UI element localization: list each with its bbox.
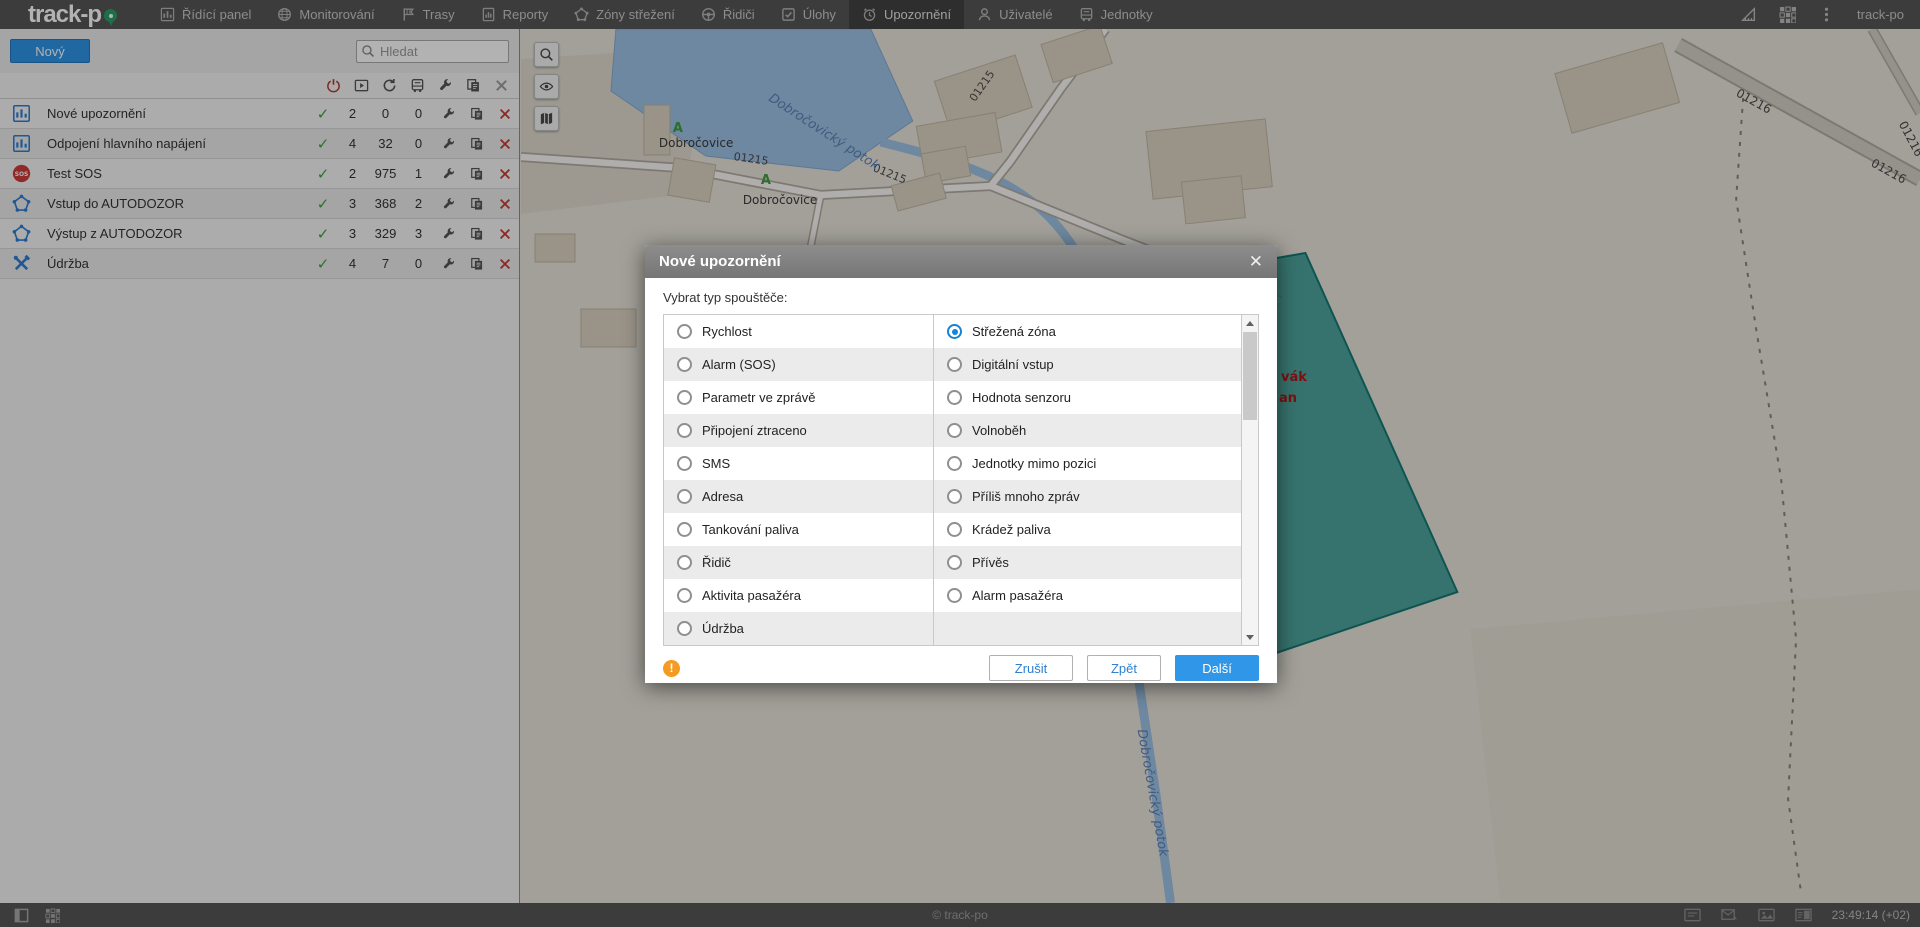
trigger-row: Řidič Přívěs (664, 546, 1258, 579)
trigger-row: Parametr ve zprávě Hodnota senzoru (664, 381, 1258, 414)
trigger-option-fuel-theft[interactable]: Krádež paliva (934, 513, 1241, 546)
next-button[interactable]: Další (1175, 655, 1259, 681)
trigger-option-msg-parameter[interactable]: Parametr ve zprávě (664, 381, 934, 414)
scrollbar-thumb[interactable] (1243, 332, 1257, 420)
radio-button[interactable] (947, 522, 962, 537)
radio-button[interactable] (677, 390, 692, 405)
trigger-option-trailer[interactable]: Přívěs (934, 546, 1241, 579)
trigger-row: Údržba (664, 612, 1258, 645)
radio-button[interactable] (677, 588, 692, 603)
trigger-row: Rychlost Střežená zóna (664, 315, 1258, 348)
radio-button[interactable] (677, 621, 692, 636)
radio-button[interactable] (677, 357, 692, 372)
trigger-option-speed[interactable]: Rychlost (664, 315, 934, 348)
radio-button[interactable] (947, 423, 962, 438)
trigger-row: SMS Jednotky mimo pozici (664, 447, 1258, 480)
trigger-row: Připojení ztraceno Volnoběh (664, 414, 1258, 447)
dialog-footer: ! Zrušit Zpět Další (645, 646, 1277, 681)
empty-cell (934, 612, 1241, 645)
scroll-down-icon[interactable] (1242, 629, 1258, 645)
radio-button-selected[interactable] (947, 324, 962, 339)
radio-button[interactable] (677, 324, 692, 339)
trigger-option-interposition[interactable]: Jednotky mimo pozici (934, 447, 1241, 480)
warning-icon: ! (663, 660, 680, 677)
trigger-option-digital-input[interactable]: Digitální vstup (934, 348, 1241, 381)
radio-button[interactable] (677, 555, 692, 570)
radio-button[interactable] (677, 522, 692, 537)
dialog-title-bar: Nové upozornění ✕ (645, 245, 1277, 278)
close-icon[interactable]: ✕ (1249, 253, 1263, 270)
dialog-title: Nové upozornění (659, 253, 781, 270)
list-scrollbar[interactable] (1241, 315, 1258, 645)
dialog-subtitle: Vybrat typ spouštěče: (663, 290, 1259, 305)
radio-button[interactable] (677, 423, 692, 438)
radio-button[interactable] (677, 456, 692, 471)
trigger-option-sensor-value[interactable]: Hodnota senzoru (934, 381, 1241, 414)
trigger-type-list: Rychlost Střežená zóna Alarm (SOS) Digit… (663, 314, 1259, 646)
trigger-row: Alarm (SOS) Digitální vstup (664, 348, 1258, 381)
trigger-option-geofence[interactable]: Střežená zóna (934, 315, 1241, 348)
trigger-option-driver[interactable]: Řidič (664, 546, 934, 579)
radio-button[interactable] (947, 357, 962, 372)
application-window: track-p Řídící panel Monitorování Trasy … (0, 0, 1920, 927)
new-notification-dialog: Nové upozornění ✕ Vybrat typ spouštěče: … (645, 245, 1277, 683)
radio-button[interactable] (947, 555, 962, 570)
trigger-option-fuel-filling[interactable]: Tankování paliva (664, 513, 934, 546)
radio-button[interactable] (677, 489, 692, 504)
trigger-option-connection-lost[interactable]: Připojení ztraceno (664, 414, 934, 447)
cancel-button[interactable]: Zrušit (989, 655, 1073, 681)
radio-button[interactable] (947, 456, 962, 471)
trigger-row: Aktivita pasažéra Alarm pasažéra (664, 579, 1258, 612)
radio-button[interactable] (947, 390, 962, 405)
trigger-option-idling[interactable]: Volnoběh (934, 414, 1241, 447)
radio-button[interactable] (947, 588, 962, 603)
trigger-option-sms[interactable]: SMS (664, 447, 934, 480)
trigger-option-maintenance[interactable]: Údržba (664, 612, 934, 645)
trigger-option-passenger-alarm[interactable]: Alarm pasažéra (934, 579, 1241, 612)
trigger-option-passenger-activity[interactable]: Aktivita pasažéra (664, 579, 934, 612)
scroll-up-icon[interactable] (1242, 315, 1258, 331)
trigger-row: Tankování paliva Krádež paliva (664, 513, 1258, 546)
trigger-row: Adresa Příliš mnoho zpráv (664, 480, 1258, 513)
trigger-option-address[interactable]: Adresa (664, 480, 934, 513)
radio-button[interactable] (947, 489, 962, 504)
back-button[interactable]: Zpět (1087, 655, 1161, 681)
trigger-option-alarm-sos[interactable]: Alarm (SOS) (664, 348, 934, 381)
trigger-option-excess-messages[interactable]: Příliš mnoho zpráv (934, 480, 1241, 513)
